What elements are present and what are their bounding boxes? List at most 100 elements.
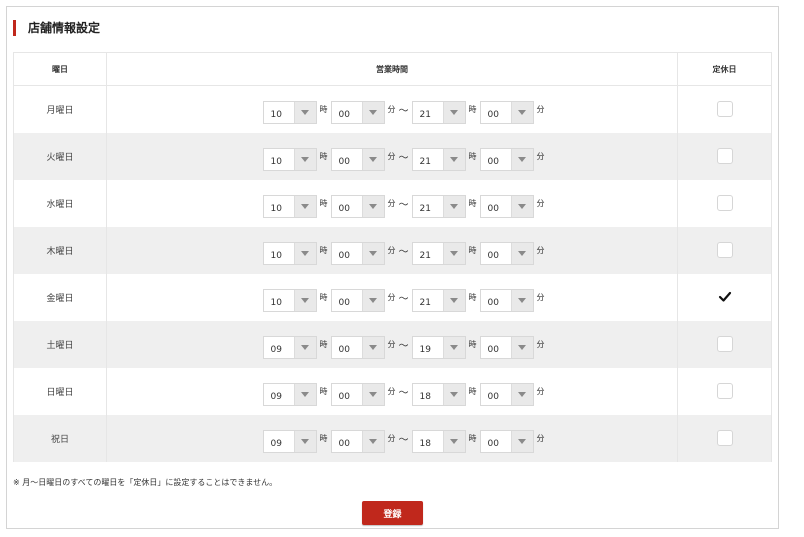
register-button[interactable]: 登録 — [362, 501, 423, 525]
open-hour-select[interactable]: 10 — [262, 241, 317, 265]
day-label: 水曜日 — [13, 179, 107, 227]
checkmark-icon — [718, 291, 731, 302]
hour-unit: 時 — [468, 151, 477, 161]
hours-selectors: 10 時 00 分～ 21 時 00 分 — [107, 95, 677, 124]
open-hour-select[interactable]: 10 — [262, 147, 317, 171]
open-hour-select[interactable]: 09 — [262, 382, 317, 406]
close-minute-select[interactable]: 00 — [479, 429, 534, 453]
close-minute-select[interactable]: 00 — [479, 194, 534, 218]
close-minute-select[interactable]: 00 — [479, 382, 534, 406]
range-tilde: ～ — [398, 387, 409, 399]
close-hour-select[interactable]: 19 — [411, 335, 466, 359]
open-minute-select-value: 00 — [338, 203, 350, 214]
hour-unit: 時 — [468, 339, 477, 349]
holiday-cell — [677, 226, 772, 274]
close-hour-select[interactable]: 21 — [411, 100, 466, 124]
hours-selectors: 09 時 00 分～ 18 時 00 分 — [107, 424, 677, 453]
close-hour-select-value: 19 — [419, 344, 431, 355]
table-body: 月曜日 10 時 00 分～ 21 時 00 分火曜日 10 時 00 分～ 21 時 00 分水曜日 10 時 00… — [13, 85, 772, 462]
chevron-down-icon — [510, 336, 533, 358]
close-hour-select-value: 21 — [419, 250, 431, 261]
chevron-down-icon — [442, 383, 465, 405]
hours-cell: 09 時 00 分～ 18 時 00 分 — [106, 414, 678, 462]
hour-unit: 時 — [319, 104, 328, 114]
day-label: 金曜日 — [13, 273, 107, 321]
chevron-down-icon — [361, 336, 384, 358]
open-hour-select[interactable]: 09 — [262, 429, 317, 453]
minute-unit: 分 — [536, 292, 545, 302]
open-minute-select[interactable]: 00 — [330, 335, 385, 359]
minute-unit: 分 — [536, 386, 545, 396]
close-hour-select[interactable]: 18 — [411, 429, 466, 453]
close-hour-select[interactable]: 21 — [411, 241, 466, 265]
open-minute-select[interactable]: 00 — [330, 429, 385, 453]
open-minute-select-value: 00 — [338, 156, 350, 167]
holiday-checkbox[interactable] — [716, 430, 733, 446]
hour-unit: 時 — [468, 104, 477, 114]
holiday-checkbox[interactable] — [716, 101, 733, 118]
chevron-down-icon — [293, 101, 316, 123]
close-minute-select[interactable]: 00 — [479, 147, 534, 171]
minute-unit: 分 — [536, 151, 545, 161]
holiday-checkbox[interactable] — [716, 336, 733, 352]
hour-unit: 時 — [319, 245, 328, 255]
table-row: 日曜日 09 時 00 分～ 18 時 00 分 — [13, 367, 772, 415]
open-minute-select[interactable]: 00 — [330, 288, 385, 312]
open-hour-select[interactable]: 10 — [262, 194, 317, 218]
holiday-checkbox[interactable] — [716, 383, 733, 399]
open-hour-select[interactable]: 09 — [262, 335, 317, 359]
holiday-checkbox[interactable] — [716, 195, 733, 211]
table-row: 金曜日 10 時 00 分～ 21 時 00 分 — [13, 273, 772, 321]
open-minute-select[interactable]: 00 — [330, 194, 385, 218]
close-hour-select-value: 21 — [419, 203, 431, 214]
chevron-down-icon — [293, 242, 316, 264]
hours-cell: 10 時 00 分～ 21 時 00 分 — [106, 85, 678, 133]
holiday-cell — [677, 367, 772, 415]
hours-selectors: 10 時 00 分～ 21 時 00 分 — [107, 142, 677, 171]
hour-unit: 時 — [468, 198, 477, 208]
minute-unit: 分 — [387, 292, 396, 302]
close-hour-select[interactable]: 21 — [411, 288, 466, 312]
open-minute-select[interactable]: 00 — [330, 147, 385, 171]
chevron-down-icon — [442, 430, 465, 452]
close-hour-select[interactable]: 18 — [411, 382, 466, 406]
table-row: 木曜日 10 時 00 分～ 21 時 00 分 — [13, 226, 772, 274]
range-tilde: ～ — [398, 199, 409, 211]
open-hour-select-value: 10 — [270, 250, 282, 261]
hour-unit: 時 — [319, 151, 328, 161]
chevron-down-icon — [442, 242, 465, 264]
close-minute-select-value: 00 — [487, 203, 499, 214]
day-label: 火曜日 — [13, 132, 107, 180]
chevron-down-icon — [361, 383, 384, 405]
minute-unit: 分 — [387, 339, 396, 349]
close-minute-select-value: 00 — [487, 344, 499, 355]
holiday-cell — [677, 414, 772, 462]
page-title: 店舗情報設定 — [28, 21, 101, 35]
close-hour-select[interactable]: 21 — [411, 147, 466, 171]
open-hour-select[interactable]: 10 — [262, 288, 317, 312]
open-minute-select[interactable]: 00 — [330, 241, 385, 265]
open-minute-select[interactable]: 00 — [330, 100, 385, 124]
close-hour-select[interactable]: 21 — [411, 194, 466, 218]
open-hour-select-value: 09 — [270, 344, 282, 355]
holiday-checkbox[interactable] — [716, 242, 733, 258]
chevron-down-icon — [442, 148, 465, 170]
header-hours: 営業時間 — [106, 52, 678, 86]
close-minute-select[interactable]: 00 — [479, 288, 534, 312]
panel-header: 店舗情報設定 — [13, 19, 100, 36]
holiday-cell — [677, 320, 772, 368]
open-minute-select[interactable]: 00 — [330, 382, 385, 406]
chevron-down-icon — [293, 289, 316, 311]
close-hour-select-value: 21 — [419, 109, 431, 120]
open-hour-select[interactable]: 10 — [262, 100, 317, 124]
close-minute-select[interactable]: 00 — [479, 335, 534, 359]
close-minute-select[interactable]: 00 — [479, 100, 534, 124]
close-minute-select[interactable]: 00 — [479, 241, 534, 265]
table-header-row: 曜日 営業時間 定休日 — [13, 52, 772, 86]
holiday-checkbox[interactable] — [716, 148, 733, 164]
hours-selectors: 09 時 00 分～ 18 時 00 分 — [107, 377, 677, 406]
open-hour-select-value: 10 — [270, 156, 282, 167]
chevron-down-icon — [293, 195, 316, 217]
table-row: 土曜日 09 時 00 分～ 19 時 00 分 — [13, 320, 772, 368]
holiday-checkbox[interactable] — [717, 289, 733, 305]
